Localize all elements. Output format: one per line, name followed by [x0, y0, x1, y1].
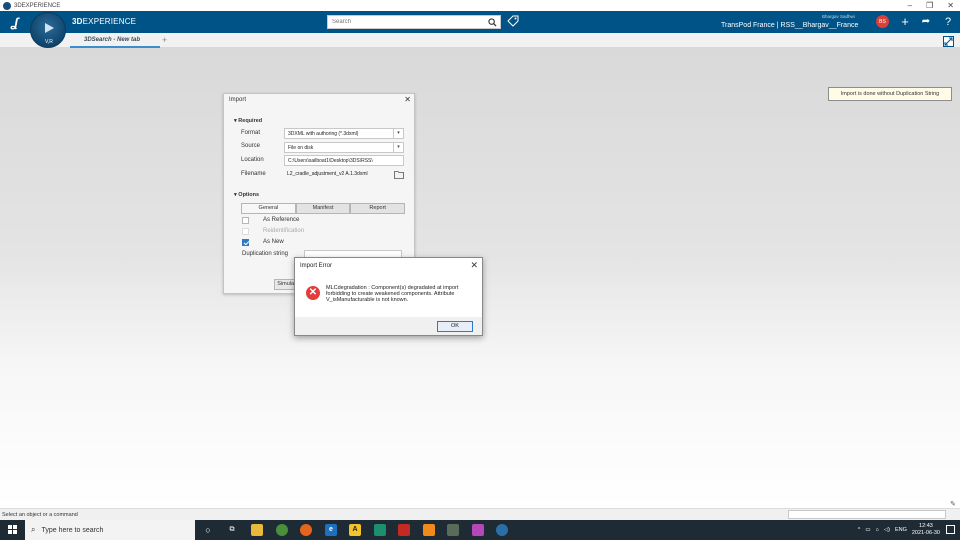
- ds-logo-icon[interactable]: ʆ: [6, 13, 24, 31]
- user-name: Bhargav Sadhwi: [822, 14, 855, 19]
- firefox-icon[interactable]: [300, 524, 312, 536]
- task-view-icon[interactable]: ⧉: [226, 524, 238, 536]
- system-tray: ^ ▭ ⌂ ◁) ENG 12:43 2021-06-30: [858, 522, 940, 538]
- acrobat-icon[interactable]: [398, 524, 410, 536]
- error-dialog-footer: OK: [295, 317, 482, 335]
- pencil-icon[interactable]: ✎: [950, 500, 956, 508]
- search-box[interactable]: [327, 15, 501, 29]
- help-icon[interactable]: ?: [940, 14, 956, 30]
- location-label: Location: [241, 157, 264, 163]
- as-reference-checkbox[interactable]: [242, 217, 249, 224]
- chevron-down-icon[interactable]: ▾: [393, 143, 403, 152]
- location-value: C:\Users\sailboat1\Desktop\3DS\RSS\: [288, 158, 373, 164]
- battery-icon[interactable]: ▭: [865, 527, 870, 533]
- chevron-up-icon[interactable]: ^: [858, 527, 861, 533]
- volume-icon[interactable]: ◁): [884, 527, 890, 533]
- filename-label: Filename: [241, 171, 266, 177]
- reidentification-label: Reidentification: [263, 228, 305, 234]
- app-gear-icon[interactable]: [447, 524, 459, 536]
- taskbar-search-placeholder: Type here to search: [41, 526, 104, 534]
- error-icon: ✕: [306, 286, 320, 300]
- network-icon[interactable]: ⌂: [876, 527, 879, 533]
- restore-button[interactable]: ❐: [926, 1, 933, 10]
- top-bar: ʆ V,R 3DEXPERIENCE Bhargav Sadhwi TransP…: [0, 11, 960, 48]
- filename-field[interactable]: L2_cradle_adjustment_v2 A.1.3dxml: [284, 169, 394, 180]
- edge-icon[interactable]: e: [325, 524, 337, 536]
- format-label: Format: [241, 130, 261, 136]
- tab-general[interactable]: General: [241, 203, 296, 214]
- close-icon[interactable]: ✕: [404, 95, 411, 104]
- error-message: MLCdegradation : Component(s) degradated…: [326, 285, 459, 304]
- tag-icon[interactable]: [507, 15, 519, 27]
- add-icon[interactable]: +: [897, 14, 913, 30]
- reidentification-checkbox: [242, 228, 249, 235]
- onenote-icon[interactable]: [472, 524, 484, 536]
- app-a-icon[interactable]: A: [349, 524, 361, 536]
- 3dexperience-taskbar-icon[interactable]: [496, 524, 508, 536]
- clock[interactable]: 12:43 2021-06-30: [912, 523, 940, 537]
- import-panel-title: Import: [229, 97, 247, 103]
- source-select[interactable]: File on disk ▾: [284, 142, 404, 153]
- format-select[interactable]: 3DXML with authoring (*.3dxml) ▾: [284, 128, 404, 139]
- required-section-header[interactable]: ▾ Required: [234, 118, 262, 124]
- compass-icon[interactable]: V,R: [30, 12, 66, 48]
- share-icon[interactable]: ➦: [918, 14, 934, 30]
- windows-start-icon[interactable]: [8, 525, 17, 534]
- as-new-label: As New: [263, 239, 284, 245]
- expand-icon[interactable]: [943, 36, 954, 47]
- tab-manifest[interactable]: Manifest: [295, 203, 351, 214]
- source-value: File on disk: [288, 145, 314, 151]
- drive-icon[interactable]: [374, 524, 386, 536]
- tab-bar: 3DSearch - New tab +: [0, 33, 960, 48]
- as-reference-label: As Reference: [263, 217, 300, 223]
- windows-taskbar: ⌕ Type here to search ○ ⧉ e A ^ ▭ ⌂ ◁) E…: [0, 520, 960, 540]
- chrome-icon[interactable]: [276, 524, 288, 536]
- clock-time: 12:43: [919, 523, 933, 529]
- window-title: 3DEXPERIENCE: [14, 2, 61, 9]
- chevron-down-icon[interactable]: ▾: [393, 129, 403, 138]
- file-explorer-icon[interactable]: [251, 524, 263, 536]
- taskbar-search[interactable]: ⌕ Type here to search: [25, 520, 195, 540]
- duplication-string-label: Duplication string: [242, 251, 289, 257]
- minimize-button[interactable]: –: [908, 1, 912, 10]
- command-input[interactable]: [788, 510, 946, 519]
- avatar[interactable]: BS: [876, 15, 889, 28]
- tab-3dsearch[interactable]: 3DSearch - New tab: [70, 33, 160, 48]
- close-icon[interactable]: ✕: [470, 260, 478, 271]
- search-icon: ⌕: [31, 525, 36, 534]
- status-text: Select an object or a command: [2, 512, 78, 518]
- window-controls: – ❐ ✕: [908, 0, 954, 11]
- options-section-header[interactable]: ▾ Options: [234, 192, 259, 198]
- filename-value: L2_cradle_adjustment_v2 A.1.3dxml: [287, 171, 368, 177]
- context-selector[interactable]: TransPod France | RSS__Bhargav__France: [721, 22, 858, 29]
- clock-date: 2021-06-30: [911, 530, 940, 536]
- options-tabs: General Manifest Report: [241, 203, 406, 214]
- add-tab-icon[interactable]: +: [162, 35, 167, 45]
- notifications-icon[interactable]: [946, 525, 955, 534]
- search-input[interactable]: [328, 16, 478, 28]
- tab-report[interactable]: Report: [350, 203, 406, 214]
- folder-icon[interactable]: [394, 170, 404, 179]
- format-value: 3DXML with authoring (*.3dxml): [288, 131, 359, 137]
- brand-title: 3DEXPERIENCE: [72, 17, 137, 26]
- location-field[interactable]: C:\Users\sailboat1\Desktop\3DS\RSS\: [284, 155, 404, 166]
- import-tooltip: Import is done without Duplication Strin…: [828, 87, 952, 101]
- language-indicator[interactable]: ENG: [895, 527, 907, 533]
- compass-label: V,R: [45, 39, 53, 45]
- search-icon[interactable]: [488, 18, 497, 27]
- close-window-button[interactable]: ✕: [947, 1, 954, 10]
- import-error-dialog: Import Error ✕ ✕ MLCdegradation : Compon…: [294, 257, 483, 336]
- error-dialog-title: Import Error: [300, 263, 333, 269]
- source-label: Source: [241, 143, 261, 149]
- app-icon: [3, 1, 11, 10]
- status-bar: Select an object or a command ✎: [0, 501, 960, 520]
- vlc-icon[interactable]: [423, 524, 435, 536]
- os-titlebar: 3DEXPERIENCE – ❐ ✕: [0, 0, 960, 11]
- cortana-icon[interactable]: ○: [202, 524, 214, 536]
- as-new-checkbox[interactable]: [242, 239, 249, 246]
- ok-button[interactable]: OK: [437, 321, 473, 332]
